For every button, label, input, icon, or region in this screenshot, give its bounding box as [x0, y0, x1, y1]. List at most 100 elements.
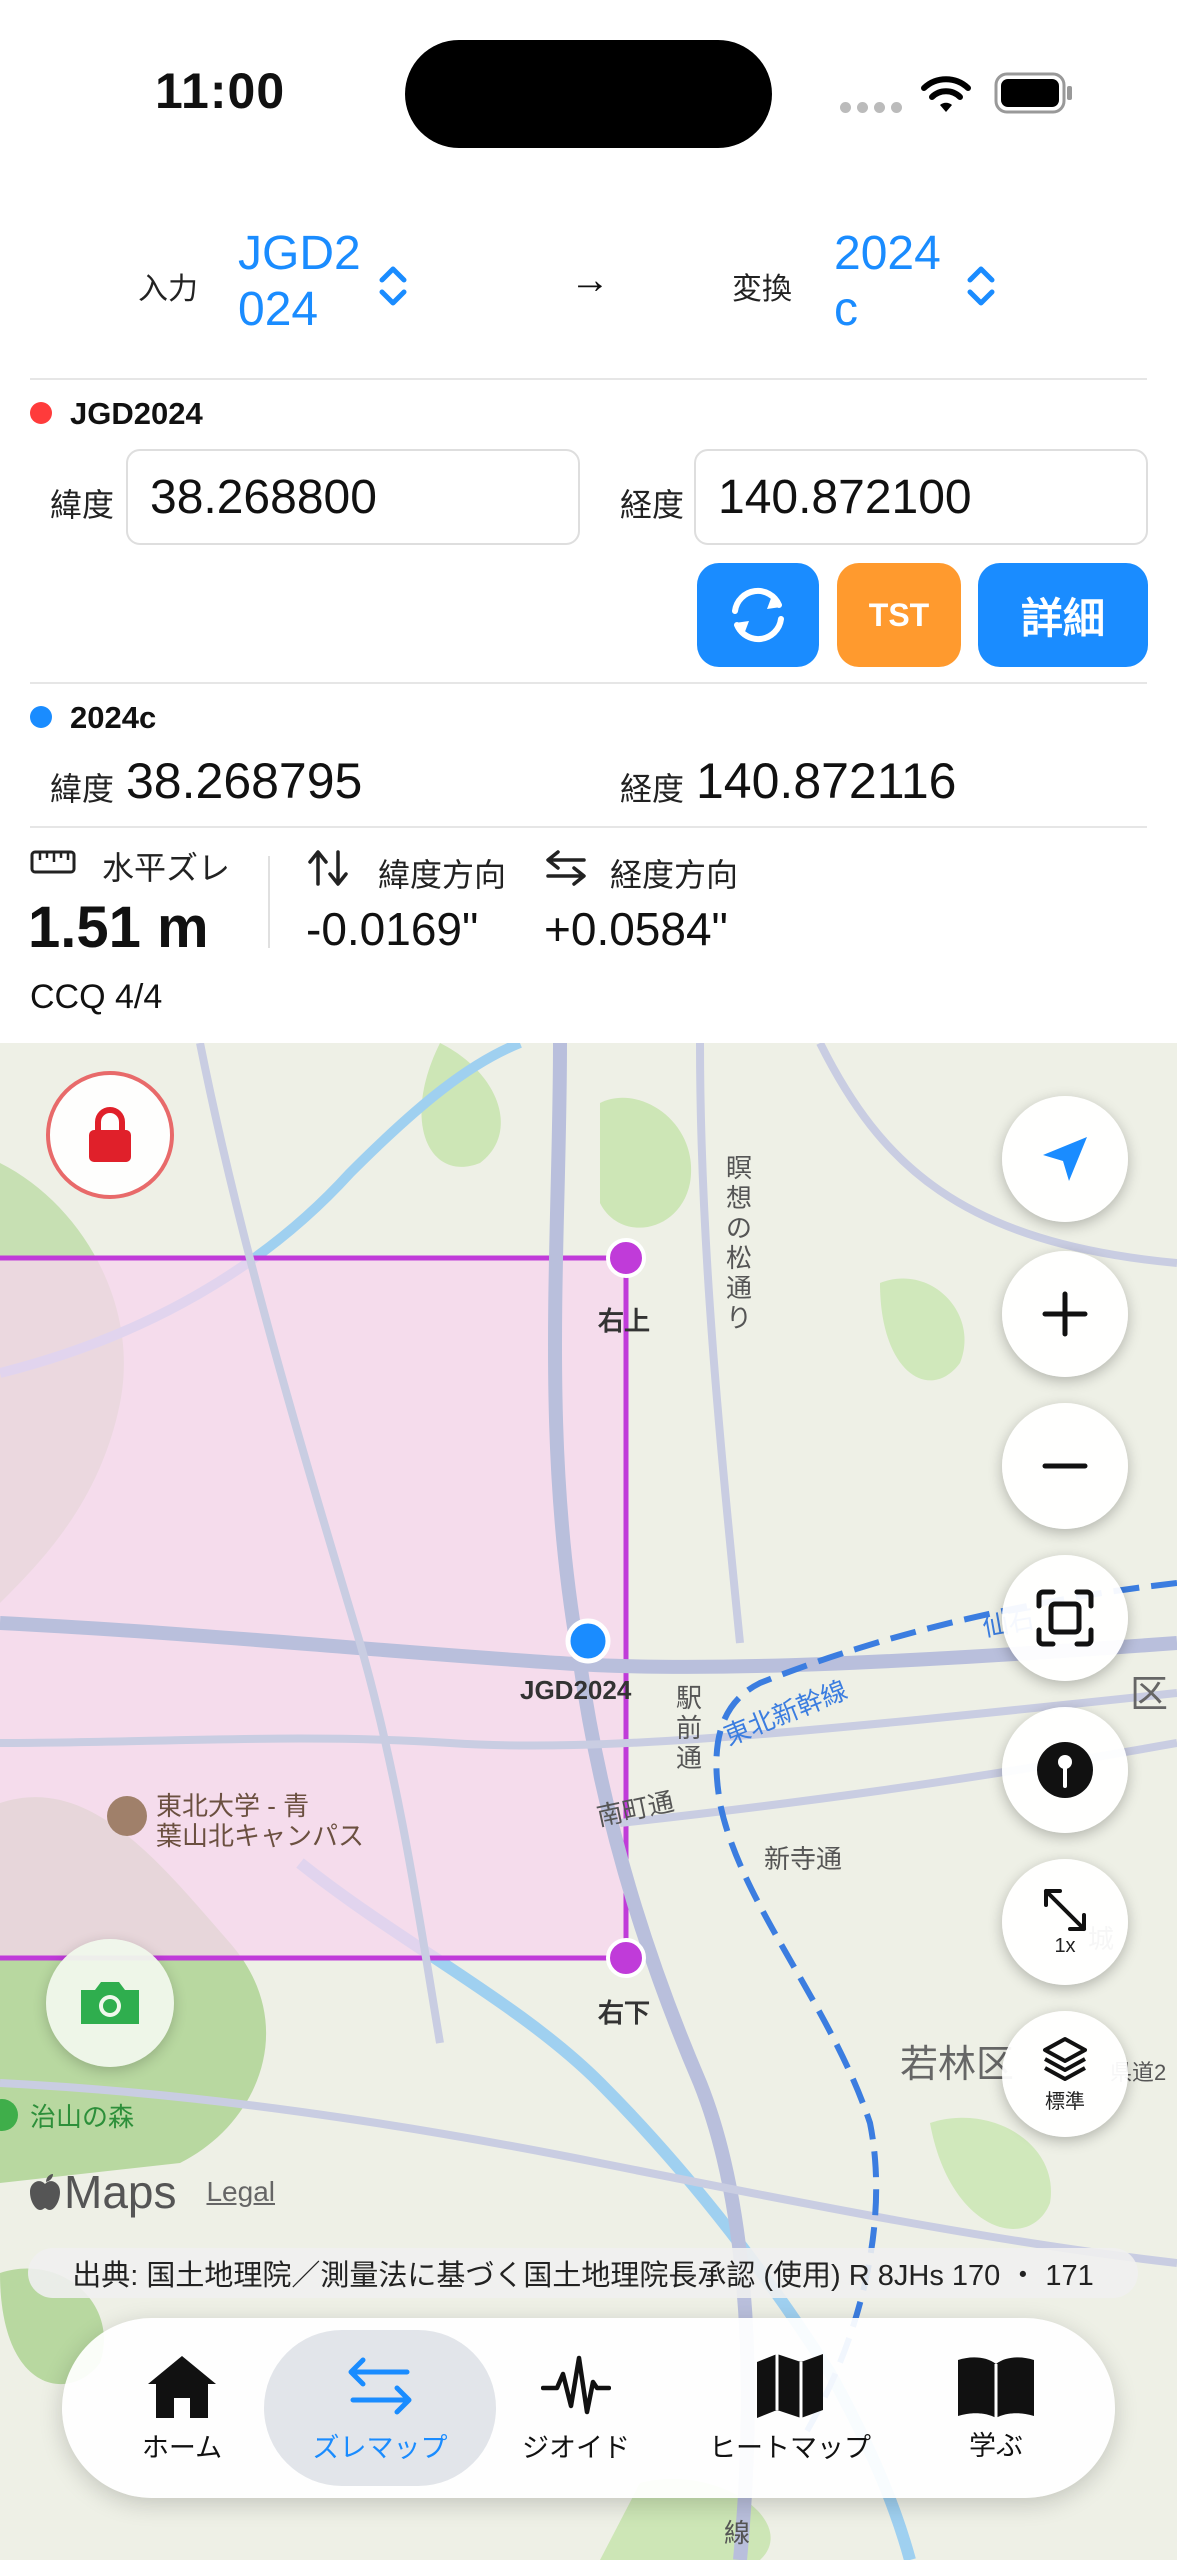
plus-icon	[1042, 1291, 1088, 1337]
zoom-out-button[interactable]	[1002, 1403, 1128, 1529]
rail-label-sen: 線	[724, 2518, 751, 2548]
corner-marker-bottom-right[interactable]	[606, 1938, 646, 1978]
output-datum-line2: c	[834, 283, 858, 336]
map-layer-button[interactable]: 標準	[1002, 2011, 1128, 2137]
result-datum-title: 2024c	[70, 700, 157, 735]
output-datum-line1: 2024	[834, 227, 941, 280]
status-time: 11:00	[155, 63, 286, 119]
refresh-icon	[732, 587, 784, 643]
input-datum-picker[interactable]: JGD2 024	[238, 226, 361, 338]
detail-button[interactable]: 詳細	[978, 563, 1148, 667]
university-poi-icon[interactable]	[107, 1796, 147, 1836]
lock-icon	[89, 1107, 131, 1162]
source-color-dot	[30, 402, 52, 424]
lon-direction-label: 経度方向	[610, 857, 739, 893]
pin-icon	[1037, 1742, 1093, 1798]
map-credit: 出典: 国土地理院／測量法に基づく国土地理院長承認 (使用) R 8JHs 17…	[28, 2248, 1138, 2298]
tst-button[interactable]: TST	[837, 563, 961, 667]
street-label-ekimae: 駅前通	[676, 1683, 703, 1773]
street-label-meisou: 瞑想の松通り	[726, 1153, 753, 1333]
result-color-dot	[30, 706, 52, 728]
park-label-jiyama: 治山の森	[30, 2102, 135, 2132]
viewfinder-icon	[1036, 1589, 1094, 1647]
horizontal-shift-value: 1.51 m	[28, 895, 209, 960]
longitude-input[interactable]	[694, 449, 1148, 545]
district-label-wakabayashi: 若林区	[900, 2044, 1015, 2086]
arrows-leftright-icon	[546, 850, 586, 886]
divider	[30, 682, 1147, 684]
maps-attribution: Maps Legal	[28, 2165, 275, 2219]
result-lon-value: 140.872116	[696, 753, 957, 809]
pin-button[interactable]	[1002, 1707, 1128, 1833]
street-label-shinteradori: 新寺通	[764, 1844, 843, 1874]
wifi-icon	[921, 76, 971, 112]
ruler-icon	[30, 850, 76, 874]
chevron-updown-icon	[967, 266, 995, 306]
zoom-in-button[interactable]	[1002, 1251, 1128, 1377]
result-lat-label: 緯度	[50, 771, 115, 807]
lat-direction-label: 緯度方向	[378, 857, 507, 893]
lat-direction-value: -0.0169"	[306, 903, 479, 955]
current-location-button[interactable]	[1002, 1096, 1128, 1222]
waveform-icon	[541, 2355, 611, 2414]
tab-label: 学ぶ	[969, 2430, 1023, 2461]
source-lat-label: 緯度	[50, 487, 115, 523]
ccq-value: CCQ 4/4	[30, 978, 163, 1016]
region-fill	[0, 1258, 626, 1958]
lon-direction-value: +0.0584"	[544, 903, 728, 955]
chevron-updown-icon	[379, 266, 407, 306]
district-label-ward: 区	[1130, 1674, 1169, 1716]
tab-heatmap[interactable]: ヒートマップ	[690, 2318, 890, 2498]
result-lon-label: 経度	[620, 771, 685, 807]
legal-link[interactable]: Legal	[206, 2176, 275, 2208]
output-datum-picker[interactable]: 2024 c	[834, 226, 941, 338]
tab-label: ズレマップ	[312, 2432, 448, 2463]
battery-icon	[994, 72, 1072, 114]
university-label: 東北大学 - 青 葉山北キャンパス	[156, 1791, 365, 1851]
apple-logo-icon	[30, 2174, 60, 2210]
corner-label-top-right: 右上	[598, 1306, 651, 1336]
tab-bar: ホーム ズレマップ ジオイド ヒートマップ 学ぶ	[62, 2318, 1115, 2498]
signal-dots-icon	[840, 100, 908, 118]
camera-icon	[81, 1982, 139, 2024]
corner-marker-top-right[interactable]	[606, 1238, 646, 1278]
output-label: 変換	[732, 273, 792, 306]
tab-learn[interactable]: 学ぶ	[936, 2318, 1056, 2498]
book-icon	[958, 2356, 1034, 2418]
input-datum-line1: JGD2	[238, 227, 361, 280]
result-lat-value: 38.268795	[126, 753, 363, 809]
camera-button[interactable]	[46, 1939, 174, 2067]
divider	[30, 826, 1147, 828]
tab-home[interactable]: ホーム	[122, 2318, 242, 2498]
input-datum-line2: 024	[238, 283, 319, 336]
fit-region-button[interactable]	[1002, 1555, 1128, 1681]
tab-label: ジオイド	[522, 2432, 630, 2463]
point-label: JGD2024	[520, 1675, 632, 1705]
stats-divider	[268, 856, 270, 948]
dynamic-island	[405, 40, 772, 148]
scale-button[interactable]: 1x	[1002, 1859, 1128, 1985]
input-label: 入力	[138, 273, 198, 306]
tab-shift-map[interactable]: ズレマップ	[300, 2318, 460, 2498]
source-lon-label: 経度	[620, 487, 685, 523]
expand-arrows-icon	[1044, 1888, 1086, 1931]
arrows-swap-icon	[348, 2357, 412, 2414]
corner-label-bottom-right: 右下	[598, 1998, 651, 2028]
arrows-updown-icon	[308, 850, 348, 886]
convert-button[interactable]	[697, 563, 819, 667]
maps-brand: Maps	[64, 2166, 177, 2218]
jgd2024-point-marker[interactable]	[565, 1618, 611, 1664]
scale-label: 1x	[1054, 1934, 1076, 1957]
tab-geoid[interactable]: ジオイド	[506, 2318, 646, 2498]
layers-icon	[1043, 2036, 1087, 2081]
minus-icon	[1042, 1463, 1088, 1469]
lock-region-button[interactable]	[46, 1071, 174, 1199]
horizontal-shift-label: 水平ズレ	[102, 850, 231, 886]
map-layer-label: 標準	[1045, 2090, 1085, 2113]
house-icon	[148, 2355, 216, 2418]
location-arrow-icon	[1043, 1137, 1087, 1181]
source-datum-title: JGD2024	[70, 396, 203, 431]
latitude-input[interactable]	[126, 449, 580, 545]
tab-label: ホーム	[141, 2432, 223, 2463]
tab-label: ヒートマップ	[709, 2432, 871, 2463]
